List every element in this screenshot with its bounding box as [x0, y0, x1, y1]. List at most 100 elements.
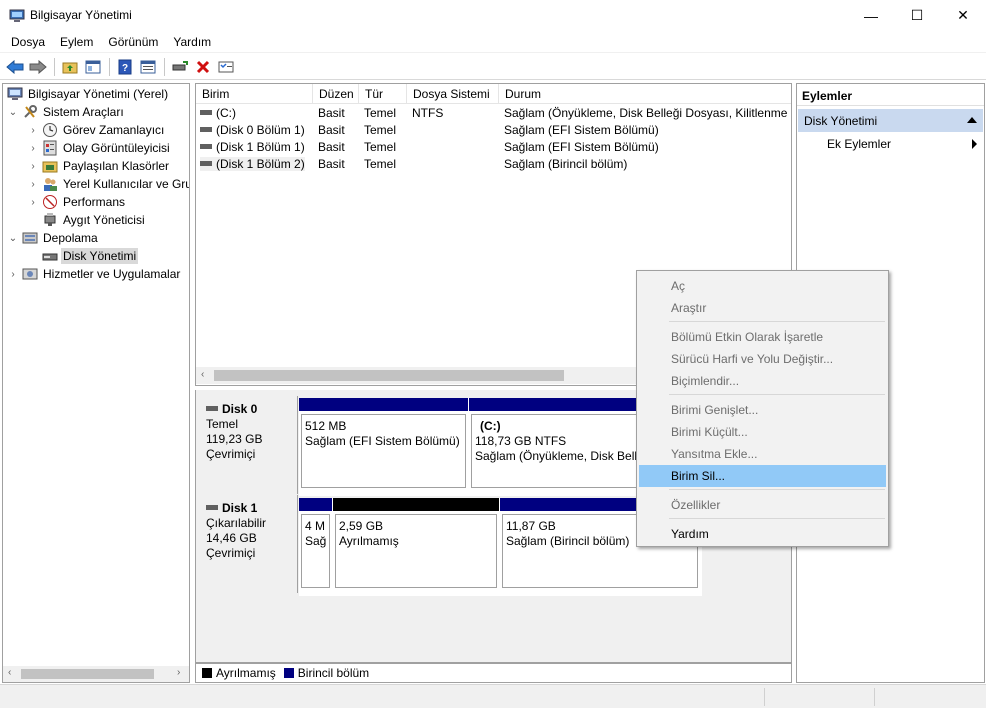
ctx-open[interactable]: Aç	[639, 275, 886, 297]
tree-item-device-manager[interactable]: Aygıt Yöneticisi	[27, 211, 147, 229]
tree-label: Aygıt Yöneticisi	[63, 213, 145, 227]
tree-horizontal-scrollbar[interactable]: ‹ ›	[2, 666, 190, 683]
menu-view[interactable]: Görünüm	[101, 31, 166, 53]
tree-item-event-viewer[interactable]: › Olay Görüntüleyicisi	[27, 139, 172, 157]
tree-item-system-tools[interactable]: ⌄ Sistem Araçları	[7, 103, 126, 121]
checklist-icon	[218, 61, 234, 72]
chevron-right-icon[interactable]: ›	[27, 142, 39, 154]
ctx-properties[interactable]: Özellikler	[639, 494, 886, 516]
scrollbar-thumb[interactable]	[21, 669, 154, 679]
partition-disk1-unallocated[interactable]: 2,59 GB Ayrılmamış	[333, 498, 499, 590]
scroll-right-icon[interactable]: ›	[177, 667, 180, 678]
chevron-right-icon[interactable]: ›	[7, 268, 19, 280]
scroll-left-icon[interactable]: ‹	[201, 369, 204, 380]
tree-item-task-scheduler[interactable]: › Görev Zamanlayıcı	[27, 121, 166, 139]
partition-legend: Ayrılmamış Birincil bölüm	[195, 663, 792, 683]
menu-file[interactable]: Dosya	[0, 31, 53, 53]
chevron-down-icon[interactable]: ⌄	[7, 106, 19, 118]
tree-label: Disk Yönetimi	[61, 248, 139, 264]
toolbar: ?	[0, 54, 986, 80]
folder-up-icon	[62, 62, 78, 73]
ctx-mark-active[interactable]: Bölümü Etkin Olarak İşaretle	[639, 326, 886, 348]
back-button[interactable]	[4, 56, 26, 78]
chevron-down-icon[interactable]: ⌄	[7, 232, 19, 244]
table-row[interactable]: (Disk 1 Bölüm 2) Basit Temel Sağlam (Bir…	[196, 156, 791, 173]
tree-label: Paylaşılan Klasörler	[63, 159, 170, 173]
drive-icon	[200, 144, 212, 150]
chevron-right-icon[interactable]: ›	[27, 178, 39, 190]
disk-1-label[interactable]: Disk 1 Çıkarılabilir 14,46 GB Çevrimiçi	[196, 495, 298, 593]
tree-label: Sistem Araçları	[43, 105, 124, 119]
clock-icon	[43, 123, 57, 137]
chevron-right-icon[interactable]: ›	[27, 124, 39, 136]
ctx-extend-volume[interactable]: Birimi Genişlet...	[639, 399, 886, 421]
tree-item-root[interactable]: Bilgisayar Yönetimi (Yerel)	[5, 85, 170, 103]
actions-title: Eylemler	[797, 84, 984, 106]
forward-button[interactable]	[27, 56, 49, 78]
tree-item-storage[interactable]: ⌄ Depolama	[7, 229, 100, 247]
up-folder-button[interactable]	[59, 56, 81, 78]
context-menu: Aç Araştır Bölümü Etkin Olarak İşaretle …	[636, 270, 889, 547]
column-header-layout[interactable]: Düzen	[313, 84, 359, 104]
disk-management-icon	[42, 253, 58, 261]
table-row[interactable]: (Disk 1 Bölüm 1) Basit Temel Sağlam (EFI…	[196, 139, 791, 156]
disk-name: Disk 0	[222, 402, 258, 416]
minimize-button[interactable]: —	[848, 0, 894, 31]
chevron-right-icon[interactable]: ›	[27, 196, 39, 208]
table-row[interactable]: (Disk 0 Bölüm 1) Basit Temel Sağlam (EFI…	[196, 122, 791, 139]
help-button[interactable]: ?	[114, 56, 136, 78]
scroll-left-icon[interactable]: ‹	[8, 667, 11, 678]
table-row[interactable]: (C:) Basit Temel NTFS Sağlam (Önyükleme,…	[196, 105, 791, 122]
ctx-format[interactable]: Biçimlendir...	[639, 370, 886, 392]
show-hide-tree-button[interactable]	[82, 56, 104, 78]
partition-disk0-efi[interactable]: 512 MB Sağlam (EFI Sistem Bölümü)	[299, 398, 468, 490]
partition-size: 4 M	[305, 519, 326, 533]
connect-button[interactable]	[169, 56, 191, 78]
tree-item-shared-folders[interactable]: › Paylaşılan Klasörler	[27, 157, 171, 175]
ctx-shrink-volume[interactable]: Birimi Küçült...	[639, 421, 886, 443]
window-title: Bilgisayar Yönetimi	[30, 8, 132, 22]
partition-disk1-efi[interactable]: 4 M Sağ	[299, 498, 332, 590]
tree-item-local-users[interactable]: › Yerel Kullanıcılar ve Gruplar	[27, 175, 189, 193]
menu-help[interactable]: Yardım	[166, 31, 219, 53]
partition-status: Sağ	[305, 534, 327, 548]
ctx-delete-volume[interactable]: Birim Sil...	[639, 465, 886, 487]
help-icon: ?	[118, 59, 132, 74]
more-actions-item[interactable]: Ek Eylemler	[827, 137, 891, 151]
cell-layout: Basit	[318, 106, 345, 120]
actions-section-disk-management[interactable]: Disk Yönetimi	[798, 109, 983, 132]
column-header-type[interactable]: Tür	[359, 84, 407, 104]
checklist-button[interactable]	[215, 56, 237, 78]
chevron-right-icon[interactable]: ›	[27, 160, 39, 172]
toolbar-separator	[164, 57, 165, 76]
properties-button[interactable]	[137, 56, 159, 78]
ctx-explore[interactable]: Araştır	[639, 297, 886, 319]
device-manager-icon	[44, 213, 56, 226]
column-header-filesystem[interactable]: Dosya Sistemi	[407, 84, 499, 104]
tree-item-performance[interactable]: › Performans	[27, 193, 127, 211]
partition-name: (C:)	[480, 419, 501, 433]
partition-status: Sağlam (EFI Sistem Bölümü)	[305, 434, 460, 448]
menu-bar: Dosya Eylem Görünüm Yardım	[0, 31, 986, 53]
actions-section-label: Disk Yönetimi	[804, 114, 878, 128]
ctx-add-mirror[interactable]: Yansıtma Ekle...	[639, 443, 886, 465]
disk-icon	[206, 406, 218, 412]
delete-button[interactable]	[192, 56, 214, 78]
partition-disk0-c[interactable]: (C:) 118,73 GB NTFS Sağlam (Önyükleme, D…	[469, 398, 639, 490]
delete-x-icon	[196, 60, 210, 73]
column-header-status[interactable]: Durum	[499, 84, 791, 104]
computer-management-icon	[7, 87, 23, 100]
scrollbar-thumb[interactable]	[214, 370, 564, 381]
ctx-change-drive-letter[interactable]: Sürücü Harfi ve Yolu Değiştir...	[639, 348, 886, 370]
tree-item-services[interactable]: › Hizmetler ve Uygulamalar	[7, 265, 182, 283]
drive-icon	[200, 110, 212, 116]
tree-item-disk-management[interactable]: Disk Yönetimi	[27, 247, 139, 265]
menu-action[interactable]: Eylem	[53, 31, 101, 53]
disk-0-label[interactable]: Disk 0 Temel 119,23 GB Çevrimiçi	[196, 396, 298, 494]
collapse-up-icon[interactable]	[967, 117, 977, 123]
maximize-button[interactable]: ☐	[894, 0, 940, 31]
column-header-volume[interactable]: Birim	[196, 84, 313, 104]
close-button[interactable]: ✕	[940, 0, 986, 31]
ctx-help[interactable]: Yardım	[639, 523, 886, 545]
cell-layout: Basit	[318, 123, 345, 137]
